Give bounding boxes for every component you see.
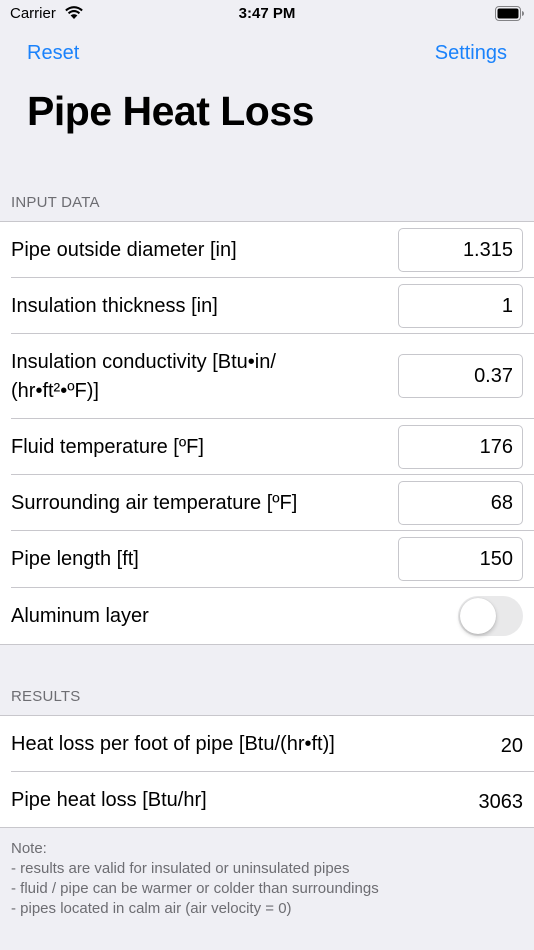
heat-loss-per-foot-row: Heat loss per foot of pipe [Btu/(hr•ft)]… [0, 716, 534, 772]
heat-loss-per-foot-value: 20 [500, 735, 523, 757]
note-footer: Note: - results are valid for insulated … [11, 839, 523, 919]
pipe-diameter-label: Pipe outside diameter [in] [11, 239, 237, 261]
fluid-temperature-row: Fluid temperature [ºF] [0, 419, 534, 475]
air-temperature-input[interactable] [398, 481, 523, 525]
pipe-heat-loss-value: 3063 [478, 791, 524, 813]
battery-icon [495, 6, 524, 21]
note-line: - fluid / pipe can be warmer or colder t… [11, 880, 379, 897]
toggle-knob [460, 598, 496, 634]
results-group: Heat loss per foot of pipe [Btu/(hr•ft)]… [0, 715, 534, 828]
insulation-conductivity-label-line2: (hr•ft²•ºF)] [11, 380, 99, 402]
pipe-length-label: Pipe length [ft] [11, 548, 139, 570]
insulation-conductivity-row: Insulation conductivity [Btu•in/ (hr•ft²… [0, 334, 534, 419]
page-title: Pipe Heat Loss [27, 88, 314, 134]
input-section-header: INPUT DATA [11, 194, 100, 211]
pipe-heat-loss-label: Pipe heat loss [Btu/hr] [11, 789, 207, 811]
status-bar: Carrier 3:47 PM [0, 0, 534, 28]
heat-loss-per-foot-label: Heat loss per foot of pipe [Btu/(hr•ft)] [11, 733, 335, 755]
pipe-heat-loss-row: Pipe heat loss [Btu/hr] 3063 [0, 772, 534, 827]
note-line: - pipes located in calm air (air velocit… [11, 900, 292, 917]
insulation-conductivity-label-line1: Insulation conductivity [Btu•in/ [11, 351, 276, 373]
settings-button[interactable]: Settings [435, 42, 507, 65]
note-line: - results are valid for insulated or uni… [11, 860, 350, 877]
insulation-conductivity-input[interactable] [398, 354, 523, 398]
aluminum-layer-toggle[interactable] [458, 596, 523, 636]
fluid-temperature-label: Fluid temperature [ºF] [11, 436, 204, 458]
insulation-thickness-row: Insulation thickness [in] [0, 278, 534, 334]
input-data-group: Pipe outside diameter [in] Insulation th… [0, 221, 534, 645]
pipe-diameter-row: Pipe outside diameter [in] [0, 222, 534, 278]
pipe-length-input[interactable] [398, 537, 523, 581]
results-section-header: RESULTS [11, 688, 81, 705]
aluminum-layer-label: Aluminum layer [11, 605, 149, 627]
app-screen: Carrier 3:47 PM Reset Settings Pipe Heat… [0, 0, 534, 950]
reset-button[interactable]: Reset [27, 42, 79, 65]
note-title: Note: [11, 840, 47, 857]
fluid-temperature-input[interactable] [398, 425, 523, 469]
pipe-length-row: Pipe length [ft] [0, 531, 534, 588]
insulation-thickness-input[interactable] [398, 284, 523, 328]
insulation-thickness-label: Insulation thickness [in] [11, 295, 218, 317]
aluminum-layer-row: Aluminum layer [0, 588, 534, 644]
air-temperature-label: Surrounding air temperature [ºF] [11, 492, 298, 514]
pipe-diameter-input[interactable] [398, 228, 523, 272]
air-temperature-row: Surrounding air temperature [ºF] [0, 475, 534, 531]
status-time: 3:47 PM [238, 5, 296, 22]
